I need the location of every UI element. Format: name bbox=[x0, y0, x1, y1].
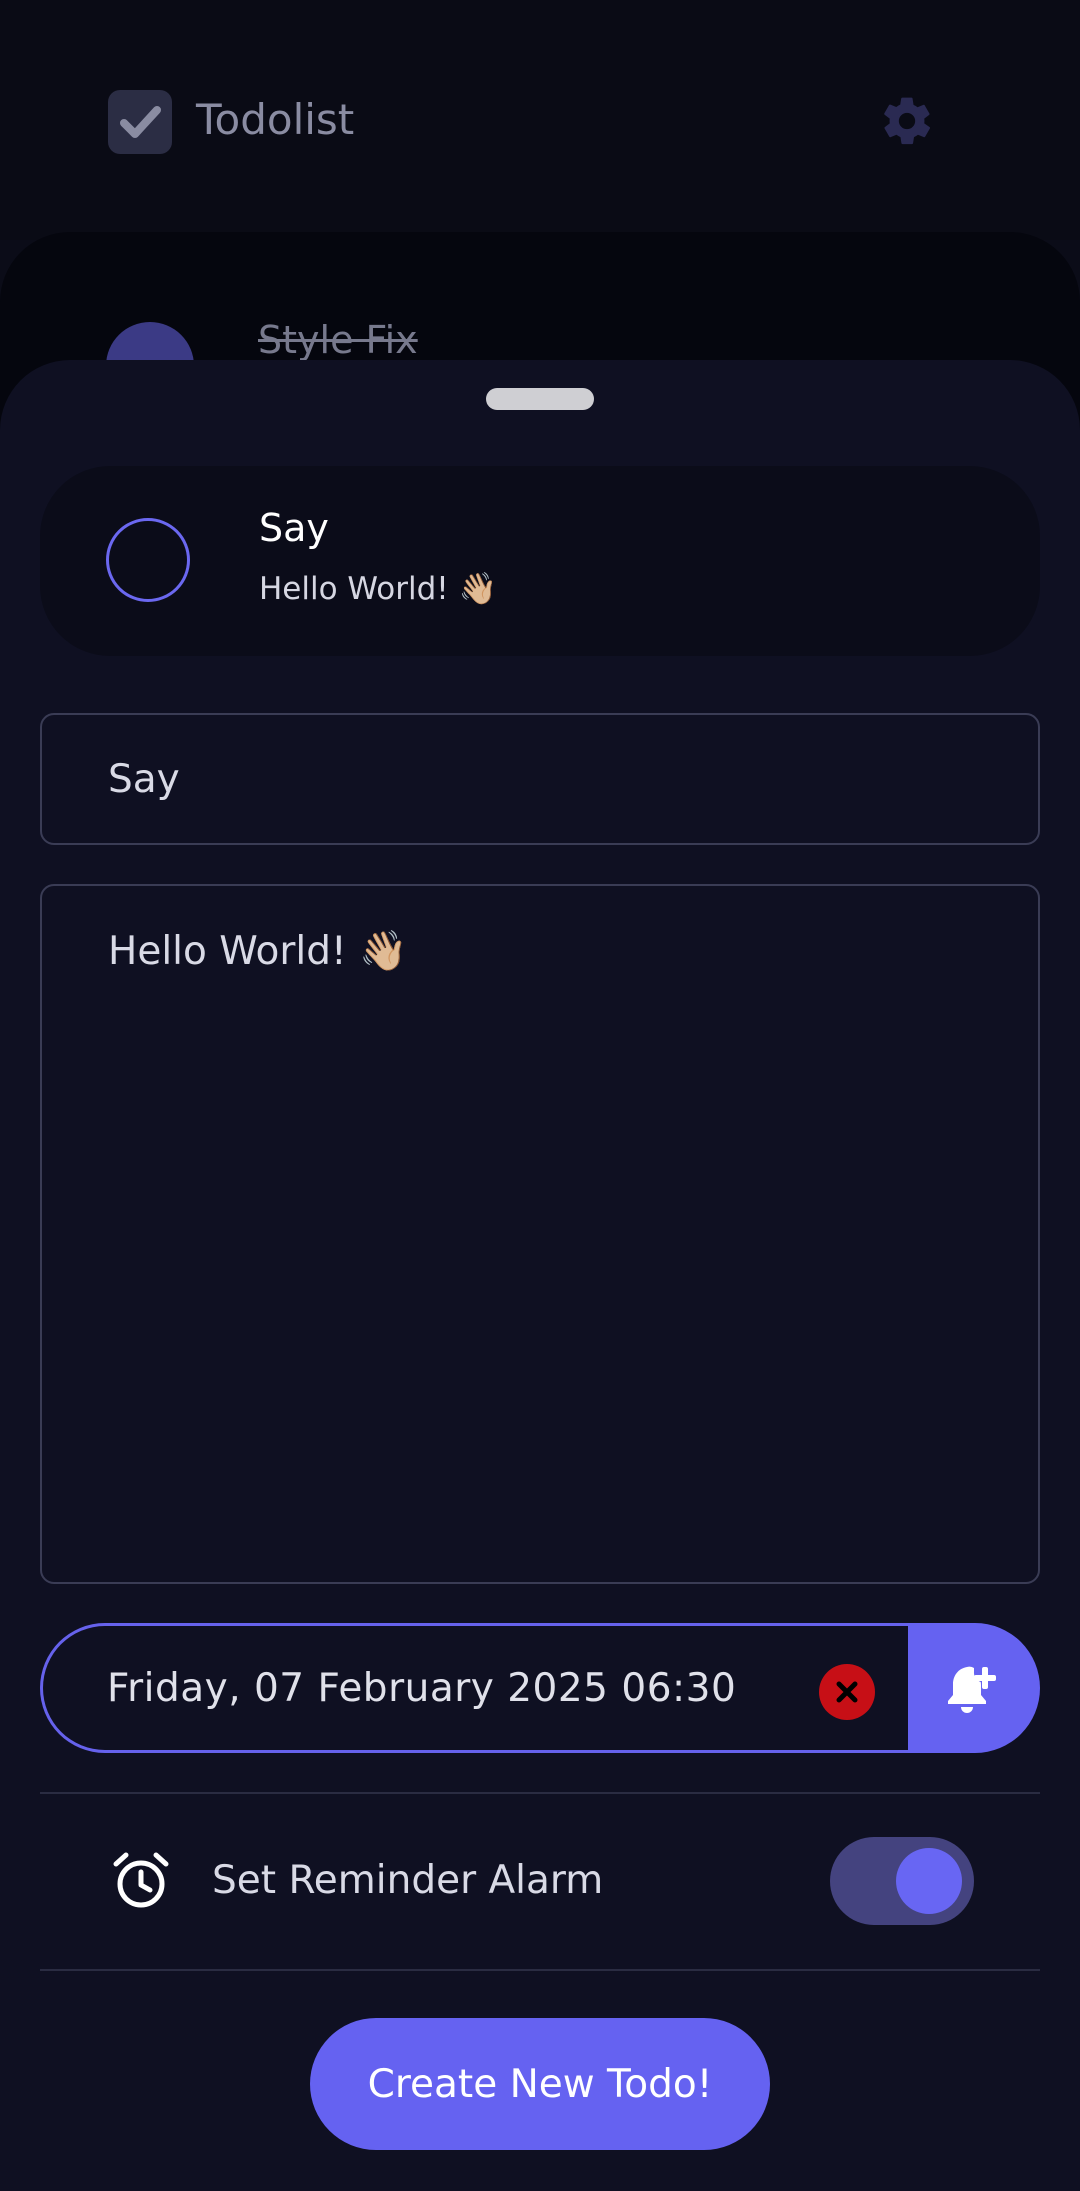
description-input-value: Hello World! 👋🏼 bbox=[108, 929, 408, 974]
alarm-label: Set Reminder Alarm bbox=[212, 1858, 604, 1903]
bell-plus-icon bbox=[948, 1666, 996, 1713]
sheet-drag-handle[interactable] bbox=[486, 388, 594, 410]
date-time-value: Friday, 07 February 2025 06:30 bbox=[107, 1666, 737, 1711]
close-icon[interactable] bbox=[819, 1664, 875, 1720]
preview-title: Say bbox=[259, 506, 329, 550]
reminder-alarm-row: Set Reminder Alarm bbox=[40, 1794, 1040, 1969]
checkbox-icon bbox=[108, 90, 172, 154]
app-title: Todolist bbox=[196, 95, 355, 144]
alarm-toggle-knob bbox=[896, 1848, 962, 1914]
new-todo-sheet: Say Hello World! 👋🏼 Say Hello World! 👋🏼 … bbox=[0, 360, 1080, 2191]
preview-description: Hello World! 👋🏼 bbox=[259, 571, 498, 607]
alarm-toggle[interactable] bbox=[830, 1837, 974, 1925]
todo-item-title[interactable]: Style Fix bbox=[258, 318, 418, 362]
divider bbox=[40, 1969, 1040, 1971]
preview-checkbox bbox=[106, 518, 190, 602]
description-input[interactable]: Hello World! 👋🏼 bbox=[40, 884, 1040, 1584]
todo-preview-card: Say Hello World! 👋🏼 bbox=[40, 466, 1040, 656]
title-input[interactable]: Say bbox=[40, 713, 1040, 845]
alarm-clock-icon bbox=[110, 1850, 172, 1912]
title-input-value: Say bbox=[108, 757, 180, 802]
reminder-date-row: Friday, 07 February 2025 06:30 bbox=[40, 1623, 1040, 1753]
app-header: Todolist bbox=[0, 0, 1080, 240]
gear-icon[interactable] bbox=[878, 92, 936, 150]
date-time-field[interactable]: Friday, 07 February 2025 06:30 bbox=[40, 1623, 922, 1753]
create-todo-button[interactable]: Create New Todo! bbox=[310, 2018, 770, 2150]
screen: Todolist Style Fix Say Hello World! 👋🏼 S… bbox=[0, 0, 1080, 2191]
add-reminder-button[interactable] bbox=[908, 1623, 1040, 1753]
